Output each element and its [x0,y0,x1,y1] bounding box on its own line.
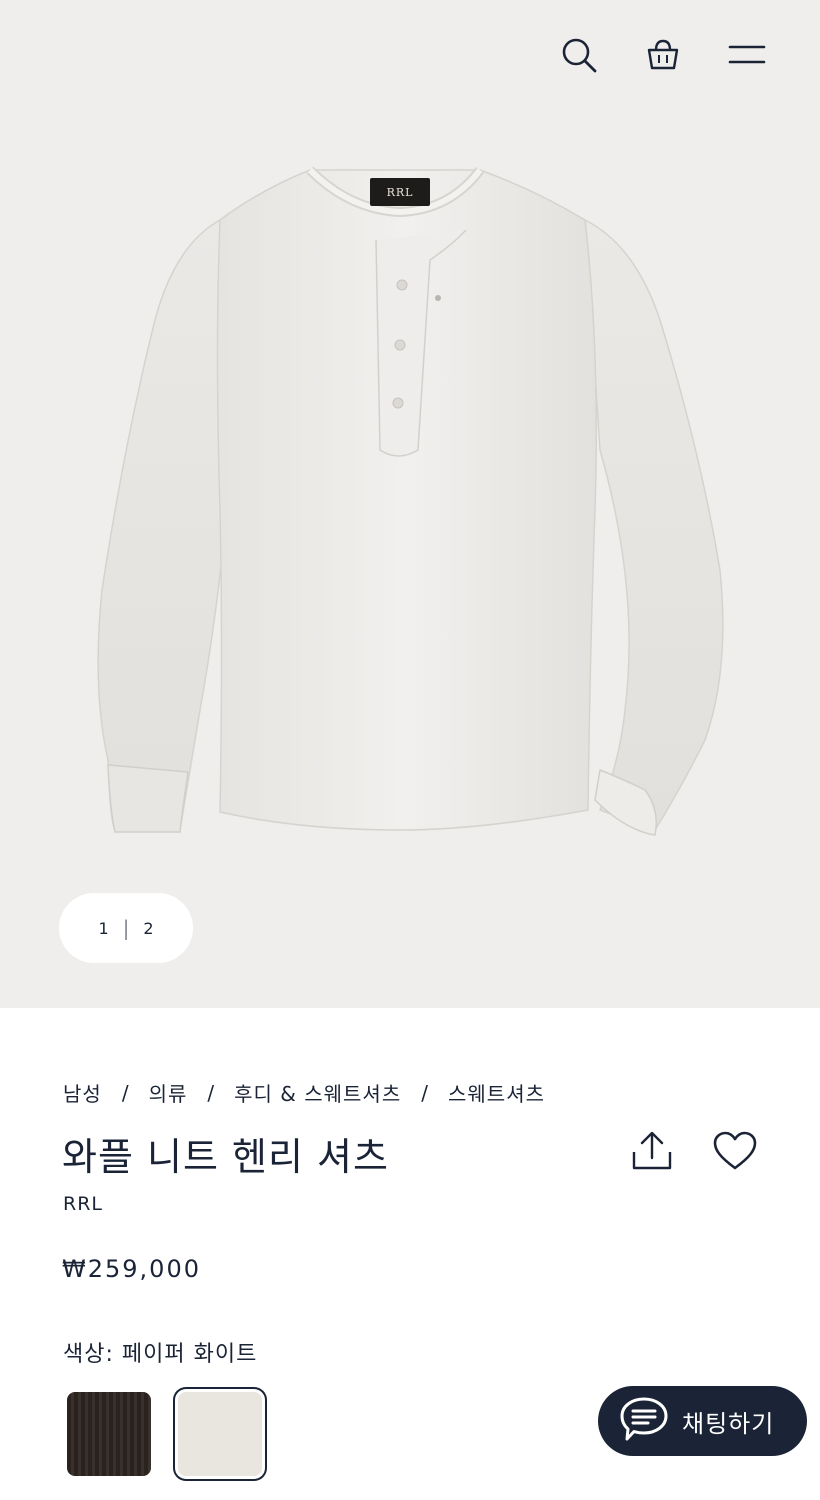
color-label: 색상: 페이퍼 화이트 [63,1342,258,1367]
search-icon[interactable] [560,36,598,74]
breadcrumb-separator: / [207,1080,215,1105]
breadcrumb-item-sweatshirts[interactable]: 스웨트셔츠 [448,1078,545,1107]
shopping-bag-icon[interactable] [645,36,681,72]
breadcrumb-separator: / [121,1080,129,1105]
product-image-gallery[interactable]: RRL 1 | 2 [0,0,820,1008]
breadcrumb-separator: / [421,1080,428,1105]
pager-current: 1 [98,918,109,938]
product-price: ₩259,000 [62,1255,201,1283]
hamburger-menu-icon[interactable] [728,42,766,68]
product-title: 와플 니트 헨리 셔츠 [62,1135,389,1179]
share-icon[interactable] [630,1130,674,1172]
product-brand[interactable]: RRL [63,1193,103,1215]
heart-icon[interactable] [712,1130,758,1172]
chat-button[interactable]: 채팅하기 [598,1386,807,1456]
breadcrumb-item-clothing[interactable]: 의류 [149,1078,188,1107]
pager-total: 2 [143,918,154,938]
breadcrumb-item-men[interactable]: 남성 [63,1078,102,1107]
color-swatch-black[interactable] [67,1392,151,1476]
color-swatch-paper-white[interactable] [178,1392,262,1476]
image-pager[interactable]: 1 | 2 [59,893,193,963]
product-image[interactable] [80,150,740,850]
pager-separator: | [122,916,130,940]
chat-button-label: 채팅하기 [682,1409,775,1438]
breadcrumb: 남성 / 의류 / 후디 & 스웨트셔츠 / 스웨트셔츠 [63,1078,545,1107]
breadcrumb-item-hoodies-sweatshirts[interactable]: 후디 & 스웨트셔츠 [234,1078,401,1107]
chat-bubble-icon [618,1395,670,1447]
brand-label-logo: RRL [386,185,414,199]
